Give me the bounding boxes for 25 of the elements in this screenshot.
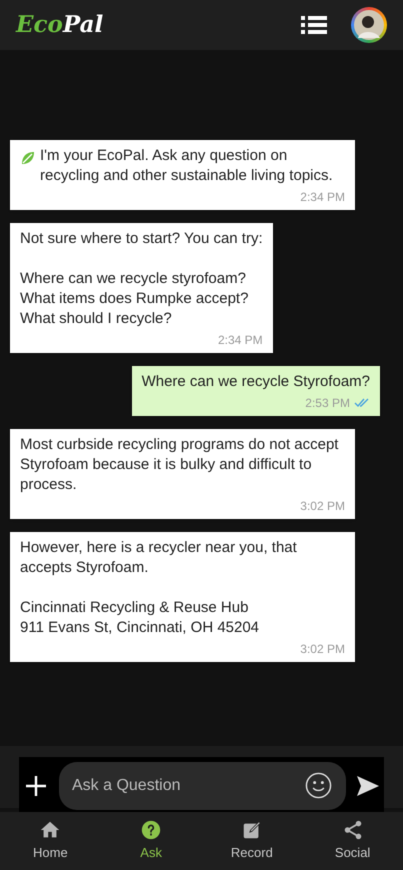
question-field[interactable]: Ask a Question	[59, 762, 346, 810]
message-time: 3:02 PM	[300, 498, 345, 515]
menu-icon	[301, 15, 327, 35]
message-text: Not sure where to start? You can try: Where can we recycle styrofoam? What items does Rumpke accept? What should I recycle?	[20, 229, 263, 329]
message-time: 2:34 PM	[300, 189, 345, 206]
avatar-icon	[354, 10, 384, 40]
nav-tab[interactable]: Social	[302, 812, 403, 870]
logo-text: Pal	[62, 10, 104, 40]
message-time: 2:34 PM	[218, 332, 263, 349]
send-icon	[356, 774, 380, 796]
plus-icon	[25, 774, 47, 796]
message-text: I'm your EcoPal. Ask any question on recycling and other sustainable living topics.	[40, 146, 334, 186]
message-text: Most curbside recycling programs do not accept Styrofoam because it is bulky and difficult to process.	[20, 435, 340, 495]
message-time: 3:02 PM	[300, 641, 345, 658]
logo-text: Eco	[16, 10, 63, 40]
avatar-button[interactable]	[351, 7, 387, 43]
nav-tab[interactable]: Ask	[100, 812, 202, 870]
nav-tab[interactable]: Home	[0, 812, 101, 870]
nav-tab[interactable]: Record	[202, 812, 302, 870]
message-time: 2:53 PM	[305, 395, 350, 412]
message-text: Where can we recycle Styrofoam?	[142, 372, 370, 392]
message-text: However, here is a recycler near you, that accepts Styrofoam. Cincinnati Recycling & Reuse Hub 911 Evans St, Cincinnati, OH 45204	[20, 538, 298, 638]
question-icon	[140, 819, 162, 842]
emoji-icon[interactable]	[305, 772, 332, 798]
menu-button[interactable]	[301, 15, 327, 35]
